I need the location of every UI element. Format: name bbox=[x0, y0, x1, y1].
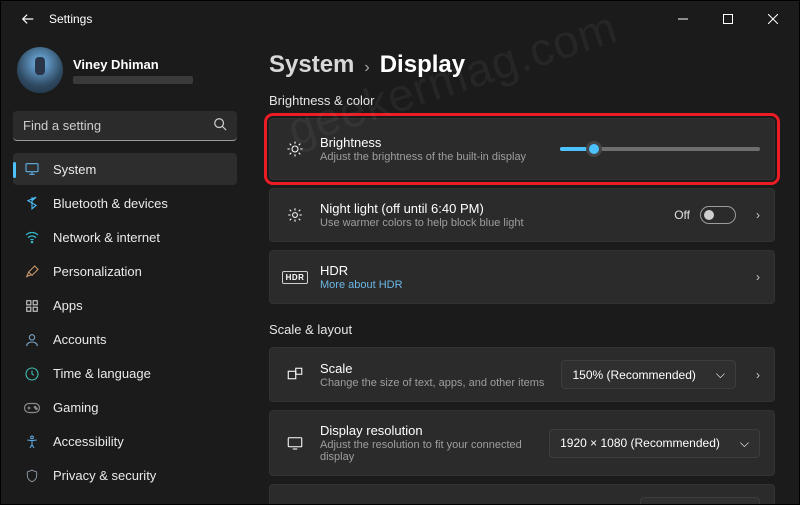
bluetooth-icon bbox=[23, 194, 41, 212]
sidebar-item-brush[interactable]: Personalization bbox=[13, 256, 237, 288]
search-icon bbox=[213, 117, 227, 134]
chevron-right-icon: › bbox=[750, 208, 760, 222]
search-input[interactable]: Find a setting bbox=[13, 111, 237, 141]
orientation-icon bbox=[284, 503, 306, 505]
brightness-icon bbox=[284, 140, 306, 158]
scale-icon bbox=[284, 366, 306, 384]
scale-card[interactable]: Scale Change the size of text, apps, and… bbox=[269, 347, 775, 402]
brush-icon bbox=[23, 263, 41, 281]
sidebar-item-label: Apps bbox=[53, 298, 83, 313]
apps-icon bbox=[23, 297, 41, 315]
chevron-down-icon: ⌵ bbox=[716, 367, 725, 382]
avatar bbox=[17, 47, 63, 93]
close-button[interactable] bbox=[750, 4, 795, 34]
sidebar-item-label: Personalization bbox=[53, 264, 142, 279]
resolution-title: Display resolution bbox=[320, 423, 535, 438]
brightness-sub: Adjust the brightness of the built-in di… bbox=[320, 151, 546, 163]
orientation-dropdown[interactable]: Landscape ⌵ bbox=[640, 497, 760, 504]
chevron-right-icon: › bbox=[750, 270, 760, 284]
section-brightness-color: Brightness & color bbox=[269, 93, 775, 108]
sidebar-item-apps[interactable]: Apps bbox=[13, 290, 237, 322]
sidebar-item-privacy[interactable]: Privacy & security bbox=[13, 460, 237, 492]
section-scale-layout: Scale & layout bbox=[269, 322, 775, 337]
title-bar: Settings bbox=[1, 1, 799, 37]
profile-email-redacted bbox=[73, 76, 193, 84]
time-icon bbox=[23, 365, 41, 383]
sidebar: Viney Dhiman Find a setting System Blueto… bbox=[1, 37, 249, 504]
orientation-card[interactable]: Display orientation Landscape ⌵ bbox=[269, 484, 775, 504]
minimize-button[interactable] bbox=[660, 4, 705, 34]
sidebar-item-label: Accounts bbox=[53, 332, 106, 347]
system-icon bbox=[23, 160, 41, 178]
breadcrumb: System › Display bbox=[269, 51, 775, 79]
wifi-icon bbox=[23, 228, 41, 246]
night-light-sub: Use warmer colors to help block blue lig… bbox=[320, 217, 660, 229]
sidebar-item-wifi[interactable]: Network & internet bbox=[13, 221, 237, 253]
sidebar-item-account[interactable]: Accounts bbox=[13, 324, 237, 356]
sidebar-item-bluetooth[interactable]: Bluetooth & devices bbox=[13, 187, 237, 219]
gaming-icon bbox=[23, 399, 41, 417]
sidebar-item-label: Gaming bbox=[53, 400, 99, 415]
chevron-down-icon: ⌵ bbox=[740, 436, 749, 451]
night-light-toggle[interactable] bbox=[700, 206, 736, 224]
content: System › Display Brightness & color Brig… bbox=[249, 37, 799, 504]
sidebar-item-gaming[interactable]: Gaming bbox=[13, 392, 237, 424]
sidebar-item-label: Network & internet bbox=[53, 230, 160, 245]
sidebar-item-label: Bluetooth & devices bbox=[53, 196, 168, 211]
night-light-title: Night light (off until 6:40 PM) bbox=[320, 201, 660, 216]
scale-dropdown[interactable]: 150% (Recommended) ⌵ bbox=[561, 360, 736, 389]
breadcrumb-separator: › bbox=[364, 59, 369, 77]
night-light-card[interactable]: Night light (off until 6:40 PM) Use warm… bbox=[269, 188, 775, 242]
brightness-card[interactable]: Brightness Adjust the brightness of the … bbox=[269, 118, 775, 180]
sidebar-item-accessibility[interactable]: Accessibility bbox=[13, 426, 237, 458]
accessibility-icon bbox=[23, 433, 41, 451]
resolution-sub: Adjust the resolution to fit your connec… bbox=[320, 439, 535, 463]
night-light-state: Off bbox=[674, 208, 690, 222]
breadcrumb-parent[interactable]: System bbox=[269, 51, 354, 79]
sidebar-item-time[interactable]: Time & language bbox=[13, 358, 237, 390]
sidebar-item-label: Accessibility bbox=[53, 434, 124, 449]
account-icon bbox=[23, 331, 41, 349]
maximize-button[interactable] bbox=[705, 4, 750, 34]
scale-title: Scale bbox=[320, 361, 547, 376]
profile-name: Viney Dhiman bbox=[73, 57, 193, 72]
sidebar-item-system[interactable]: System bbox=[13, 153, 237, 185]
brightness-slider[interactable] bbox=[560, 147, 760, 151]
search-placeholder: Find a setting bbox=[23, 118, 213, 133]
sidebar-item-label: Time & language bbox=[53, 366, 151, 381]
chevron-right-icon: › bbox=[750, 368, 760, 382]
brightness-title: Brightness bbox=[320, 135, 546, 150]
night-light-icon bbox=[284, 206, 306, 224]
back-button[interactable] bbox=[13, 12, 43, 26]
profile[interactable]: Viney Dhiman bbox=[13, 43, 237, 103]
hdr-card[interactable]: HDR HDR More about HDR › bbox=[269, 250, 775, 304]
sidebar-item-label: Privacy & security bbox=[53, 468, 156, 483]
resolution-dropdown[interactable]: 1920 × 1080 (Recommended) ⌵ bbox=[549, 429, 760, 458]
hdr-title: HDR bbox=[320, 263, 736, 278]
window-title: Settings bbox=[49, 12, 92, 26]
resolution-card[interactable]: Display resolution Adjust the resolution… bbox=[269, 410, 775, 476]
resolution-icon bbox=[284, 434, 306, 452]
breadcrumb-current: Display bbox=[380, 51, 465, 79]
hdr-icon: HDR bbox=[284, 271, 306, 284]
privacy-icon bbox=[23, 467, 41, 485]
sidebar-item-label: System bbox=[53, 162, 96, 177]
scale-sub: Change the size of text, apps, and other… bbox=[320, 377, 547, 389]
hdr-link[interactable]: More about HDR bbox=[320, 279, 736, 291]
nav-list: System Bluetooth & devices Network & inter… bbox=[13, 153, 237, 492]
